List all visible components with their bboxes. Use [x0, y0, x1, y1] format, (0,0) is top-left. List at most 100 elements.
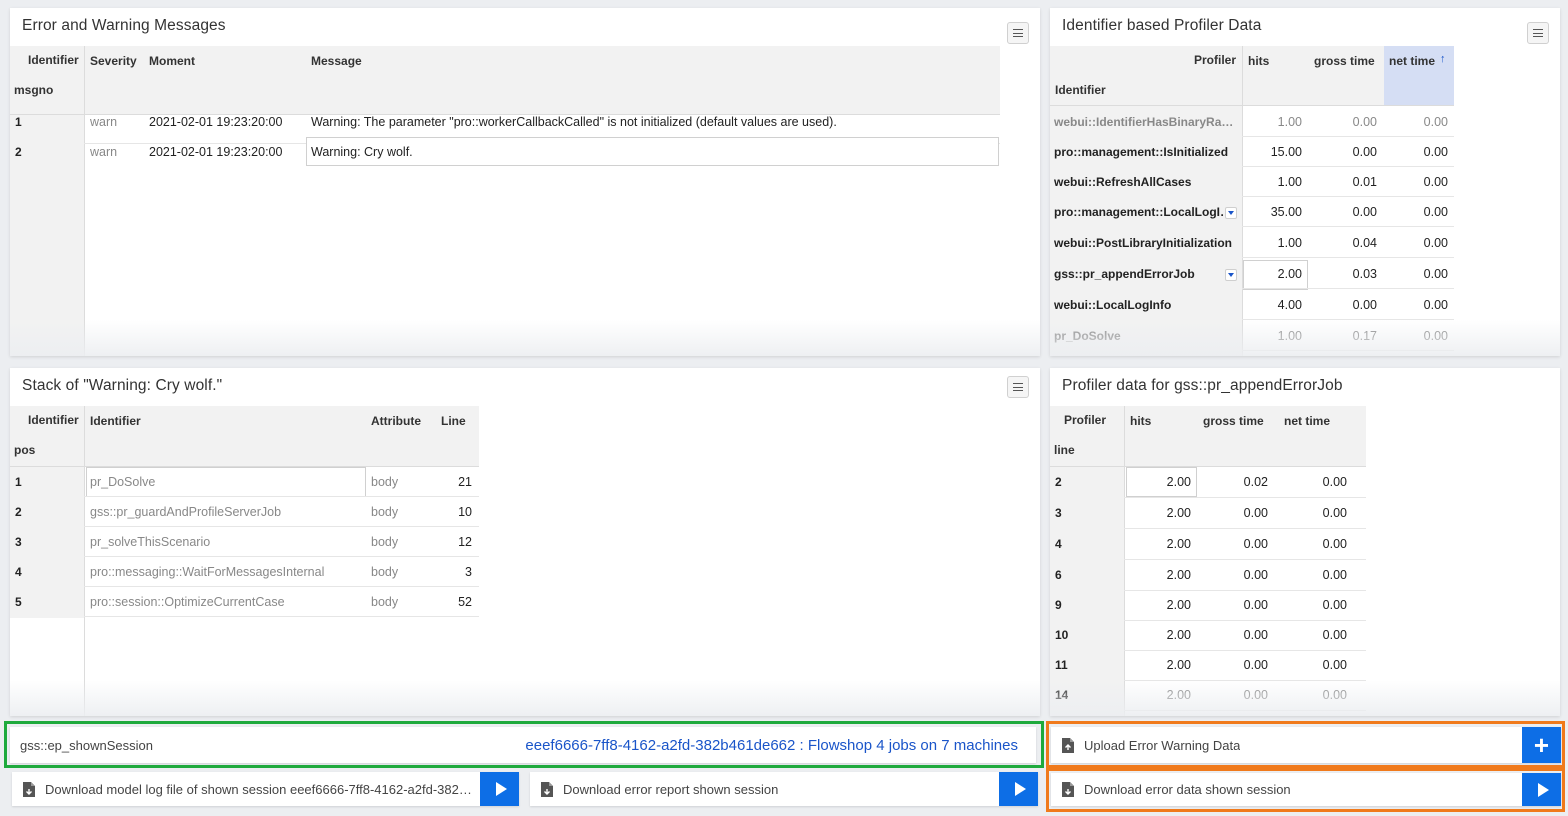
- row-gross-time[interactable]: 0.00: [1310, 205, 1377, 219]
- row-hits[interactable]: 2.00: [1246, 267, 1302, 281]
- row-hits[interactable]: 1.00: [1246, 329, 1302, 343]
- header-message[interactable]: Message: [311, 54, 362, 68]
- row-gross-time[interactable]: 0.00: [1310, 298, 1377, 312]
- row-hits[interactable]: 15.00: [1246, 145, 1302, 159]
- play-icon: [1014, 782, 1026, 796]
- header-moment[interactable]: Moment: [149, 54, 195, 68]
- row-hits[interactable]: 35.00: [1246, 205, 1302, 219]
- row-hits[interactable]: 2.00: [1128, 688, 1191, 702]
- sort-ascending-icon[interactable]: ↑: [1440, 53, 1446, 65]
- row-severity[interactable]: warn: [90, 145, 117, 159]
- header-identifier-col[interactable]: Identifier: [90, 414, 141, 428]
- menu-icon: [1533, 29, 1543, 37]
- row-gross-time[interactable]: 0.02: [1200, 475, 1268, 489]
- row-message[interactable]: Warning: Cry wolf.: [311, 145, 413, 159]
- header-attribute[interactable]: Attribute: [371, 414, 421, 428]
- header-gross-time[interactable]: gross time: [1314, 54, 1375, 68]
- row-attribute[interactable]: body: [371, 505, 398, 519]
- row-hits[interactable]: 1.00: [1246, 175, 1302, 189]
- row-net-time[interactable]: 0.00: [1384, 236, 1448, 250]
- chevron-down-icon[interactable]: [1225, 207, 1237, 219]
- panel-menu-button[interactable]: [1007, 22, 1029, 44]
- row-severity[interactable]: warn: [90, 115, 117, 129]
- row-identifier[interactable]: pr_DoSolve: [90, 475, 360, 489]
- row-msgno: 1: [15, 115, 22, 129]
- header-hits[interactable]: hits: [1130, 414, 1151, 428]
- row-line[interactable]: 3: [430, 565, 472, 579]
- row-net-time[interactable]: 0.00: [1280, 688, 1347, 702]
- row-net-time[interactable]: 0.00: [1384, 175, 1448, 189]
- row-net-time[interactable]: 0.00: [1280, 628, 1347, 642]
- row-gross-time[interactable]: 0.00: [1310, 115, 1377, 129]
- row-net-time[interactable]: 0.00: [1280, 475, 1347, 489]
- row-net-time[interactable]: 0.00: [1384, 267, 1448, 281]
- row-gross-time[interactable]: 0.17: [1310, 329, 1377, 343]
- row-identifier[interactable]: pro::session::OptimizeCurrentCase: [90, 595, 360, 609]
- row-hits[interactable]: 2.00: [1128, 658, 1191, 672]
- row-net-time[interactable]: 0.00: [1280, 598, 1347, 612]
- row-identifier[interactable]: gss::pr_guardAndProfileServerJob: [90, 505, 360, 519]
- row-gross-time[interactable]: 0.01: [1310, 175, 1377, 189]
- row-gross-time[interactable]: 0.00: [1310, 145, 1377, 159]
- download-report-button[interactable]: [999, 772, 1038, 806]
- row-moment[interactable]: 2021-02-01 19:23:20:00: [149, 115, 282, 129]
- row-hits[interactable]: 2.00: [1128, 568, 1191, 582]
- row-net-time[interactable]: 0.00: [1280, 658, 1347, 672]
- row-gross-time[interactable]: 0.04: [1310, 236, 1377, 250]
- panel-title: Error and Warning Messages: [22, 17, 226, 34]
- row-net-time[interactable]: 0.00: [1280, 506, 1347, 520]
- row-hits[interactable]: 2.00: [1128, 537, 1191, 551]
- row-attribute[interactable]: body: [371, 565, 398, 579]
- row-net-time[interactable]: 0.00: [1384, 298, 1448, 312]
- row-identifier[interactable]: pro::messaging::WaitForMessagesInternal: [90, 565, 360, 579]
- row-divider: [1124, 710, 1366, 711]
- row-attribute[interactable]: body: [371, 535, 398, 549]
- row-net-time[interactable]: 0.00: [1280, 537, 1347, 551]
- document-download-icon: [23, 781, 35, 797]
- header-severity[interactable]: Severity: [90, 54, 137, 68]
- chevron-down-icon[interactable]: [1225, 269, 1237, 281]
- row-gross-time[interactable]: 0.00: [1200, 537, 1268, 551]
- menu-icon: [1013, 383, 1023, 391]
- row-gross-time[interactable]: 0.03: [1310, 267, 1377, 281]
- row-divider: [84, 496, 479, 497]
- download-log-button[interactable]: [480, 772, 519, 806]
- row-hits[interactable]: 4.00: [1246, 298, 1302, 312]
- row-gross-time[interactable]: 0.00: [1200, 598, 1268, 612]
- header-net-time[interactable]: net time: [1389, 54, 1435, 68]
- row-moment[interactable]: 2021-02-01 19:23:20:00: [149, 145, 282, 159]
- row-net-time[interactable]: 0.00: [1384, 145, 1448, 159]
- row-hits[interactable]: 1.00: [1246, 115, 1302, 129]
- row-line[interactable]: 52: [430, 595, 472, 609]
- row-net-time[interactable]: 0.00: [1384, 205, 1448, 219]
- document-download-icon: [541, 781, 553, 797]
- row-net-time[interactable]: 0.00: [1384, 115, 1448, 129]
- row-line[interactable]: 12: [430, 535, 472, 549]
- row-identifier[interactable]: pr_solveThisScenario: [90, 535, 360, 549]
- row-message[interactable]: Warning: The parameter "pro::workerCallb…: [311, 115, 991, 129]
- header-hits[interactable]: hits: [1248, 54, 1269, 68]
- row-attribute[interactable]: body: [371, 595, 398, 609]
- row-hits[interactable]: 2.00: [1128, 598, 1191, 612]
- row-net-time[interactable]: 0.00: [1384, 329, 1448, 343]
- row-hits[interactable]: 1.00: [1246, 236, 1302, 250]
- row-hits[interactable]: 2.00: [1128, 475, 1191, 489]
- row-divider: [1124, 620, 1366, 621]
- row-hits[interactable]: 2.00: [1128, 628, 1191, 642]
- panel-menu-button[interactable]: [1527, 22, 1549, 44]
- row-hits[interactable]: 2.00: [1128, 506, 1191, 520]
- row-attribute[interactable]: body: [371, 475, 398, 489]
- row-gross-time[interactable]: 0.00: [1200, 688, 1268, 702]
- row-gross-time[interactable]: 0.00: [1200, 568, 1268, 582]
- row-gross-time[interactable]: 0.00: [1200, 506, 1268, 520]
- row-gross-time[interactable]: 0.00: [1200, 658, 1268, 672]
- header-line[interactable]: Line: [441, 414, 466, 428]
- row-line[interactable]: 21: [430, 475, 472, 489]
- row-line[interactable]: 10: [430, 505, 472, 519]
- header-gross-time[interactable]: gross time: [1203, 414, 1264, 428]
- header-net-time[interactable]: net time: [1284, 414, 1330, 428]
- panel-menu-button[interactable]: [1007, 376, 1029, 398]
- row-net-time[interactable]: 0.00: [1280, 568, 1347, 582]
- row-header-column: [1050, 466, 1124, 716]
- row-gross-time[interactable]: 0.00: [1200, 628, 1268, 642]
